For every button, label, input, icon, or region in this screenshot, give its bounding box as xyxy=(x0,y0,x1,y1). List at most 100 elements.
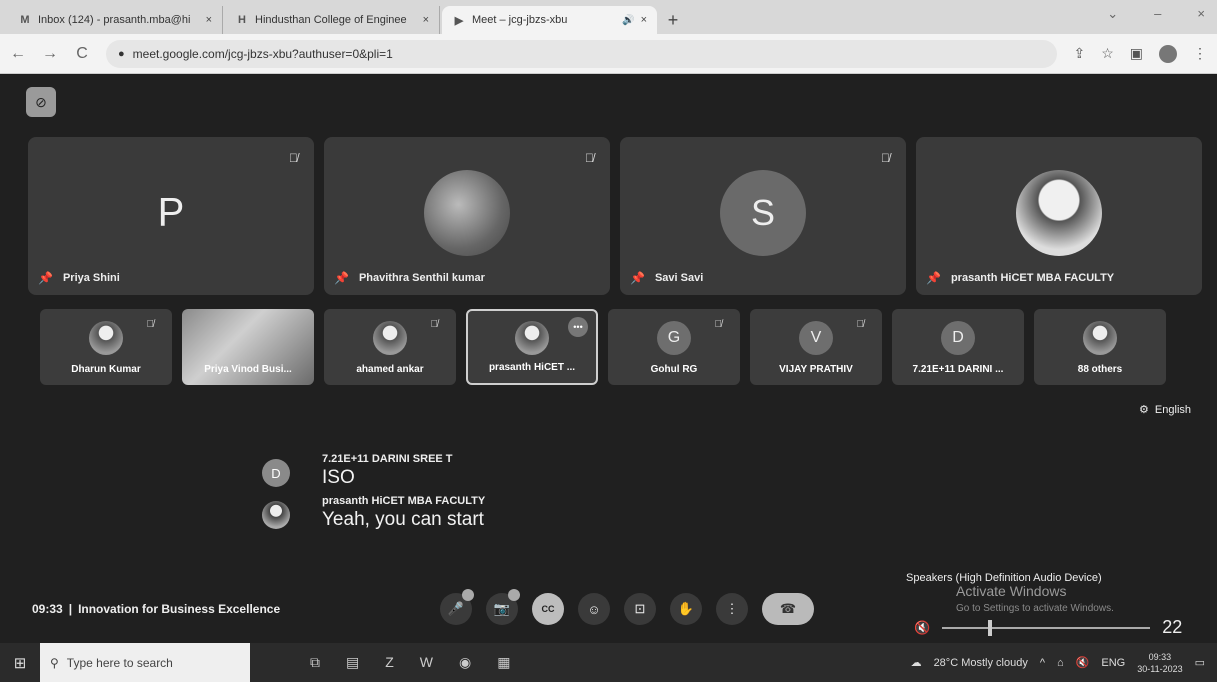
volume-slider-handle[interactable] xyxy=(987,619,992,636)
participant-name: 7.21E+11 DARINI ... xyxy=(912,364,1004,375)
caption-language-button[interactable]: ⚙ English xyxy=(1139,403,1191,417)
volume-muted-icon[interactable]: 🔇 xyxy=(1076,656,1090,669)
volume-slider[interactable] xyxy=(942,619,1151,636)
participant-tile[interactable]: 🎙̸ Dharun Kumar xyxy=(40,309,172,385)
meeting-time: 09:33 xyxy=(32,602,63,616)
toolbar-right: ⇪ ☆ ▣ ⋮ xyxy=(1073,44,1207,63)
caption-body: prasanth HiCET MBA FACULTY Yeah, you can… xyxy=(322,495,485,531)
participant-tile[interactable]: 🎙̸ P 📌 Priya Shini xyxy=(28,137,314,295)
file-explorer-icon[interactable]: ▤ xyxy=(346,654,359,671)
new-tab-button[interactable]: + xyxy=(659,6,687,34)
windows-start-icon[interactable]: ⊞ xyxy=(0,654,40,672)
tab-title: Inbox (124) - prasanth.mba@hi xyxy=(38,14,191,26)
mic-button[interactable]: 🎤 xyxy=(440,589,474,625)
share-icon[interactable]: ⇪ xyxy=(1073,45,1085,62)
participant-name: Gohul RG xyxy=(650,364,698,375)
minimize-icon[interactable]: – xyxy=(1154,6,1161,22)
tab-meet[interactable]: ▶ Meet – jcg-jbzs-xbu 🔊 × xyxy=(442,6,657,34)
mic-off-icon: 🎙̸ xyxy=(289,151,298,165)
back-icon[interactable]: ← xyxy=(10,45,26,63)
word-icon[interactable]: W xyxy=(420,654,433,671)
participant-tile[interactable]: 📌 prasanth HiCET MBA FACULTY xyxy=(916,137,1202,295)
caption-entry: prasanth HiCET MBA FACULTY Yeah, you can… xyxy=(262,495,862,531)
network-icon[interactable]: ⌂ xyxy=(1057,657,1064,669)
pin-icon[interactable]: 📌 xyxy=(38,271,53,285)
weather-icon[interactable]: ☁ xyxy=(911,656,922,669)
gmail-icon: M xyxy=(20,14,30,26)
more-options-icon[interactable]: ••• xyxy=(568,317,588,337)
participant-tile[interactable]: ••• prasanth HiCET ... xyxy=(466,309,598,385)
present-button[interactable]: ⊡ xyxy=(624,593,656,625)
warning-badge xyxy=(508,589,520,601)
cc-icon: CC xyxy=(541,604,555,614)
sidepanel-icon[interactable]: ▣ xyxy=(1130,45,1143,62)
speaker-name: 7.21E+11 DARINI SREE T xyxy=(322,453,453,465)
participant-tile[interactable]: 88 others xyxy=(1034,309,1166,385)
mic-off-icon: 🎙̸ xyxy=(714,319,723,330)
caption-text: ISO xyxy=(322,467,355,488)
browser-menu-icon[interactable]: ⋮ xyxy=(1193,45,1207,62)
close-window-icon[interactable]: × xyxy=(1197,6,1205,22)
participant-tile[interactable]: D 7.21E+11 DARINI ... xyxy=(892,309,1024,385)
participant-tile[interactable]: 🎙̸ ahamed ankar xyxy=(324,309,456,385)
tab-close-icon[interactable]: × xyxy=(206,14,212,26)
pin-icon[interactable]: 📌 xyxy=(630,271,645,285)
speaker-mute-icon[interactable]: 🔇 xyxy=(914,620,930,636)
weather-text[interactable]: 28°C Mostly cloudy xyxy=(934,657,1028,669)
participant-tile[interactable]: Priya Vinod Busi... xyxy=(182,309,314,385)
avatar-letter: G xyxy=(657,320,691,355)
chrome-icon[interactable]: ◉ xyxy=(459,654,471,671)
bookmark-star-icon[interactable]: ☆ xyxy=(1101,45,1114,62)
tab-audio-icon[interactable]: 🔊 xyxy=(622,15,634,26)
app-z-icon[interactable]: Z xyxy=(385,654,394,671)
language-indicator[interactable]: ENG xyxy=(1101,657,1125,669)
camera-button[interactable]: 📷 xyxy=(486,589,520,625)
meet-icon: ▶ xyxy=(454,14,464,27)
url-text: meet.google.com/jcg-jbzs-xbu?authuser=0&… xyxy=(132,46,393,61)
volume-value: 22 xyxy=(1162,617,1183,637)
participant-name: ahamed ankar xyxy=(356,364,424,375)
participant-strip: 🎙̸ Dharun Kumar Priya Vinod Busi... 🎙̸ a… xyxy=(40,309,1166,385)
tab-close-icon[interactable]: × xyxy=(641,14,647,26)
pin-icon[interactable]: 📌 xyxy=(334,271,349,285)
clock[interactable]: 09:33 30-11-2023 xyxy=(1137,651,1182,675)
clock-date: 30-11-2023 xyxy=(1137,663,1183,674)
window-controls: ⌄ – × xyxy=(1107,6,1205,22)
tile-name-row: 📌 Savi Savi xyxy=(630,271,703,285)
raise-hand-button[interactable]: ✋ xyxy=(670,593,702,625)
mic-icon: 🎤 xyxy=(447,601,465,616)
call-controls: 🎤 📷 CC ☺ ⊡ ✋ ⋮ ☎ xyxy=(440,589,814,625)
tab-search-icon[interactable]: ⌄ xyxy=(1107,6,1118,22)
pin-icon[interactable]: 📌 xyxy=(926,271,941,285)
captions-button[interactable]: CC xyxy=(532,593,564,625)
task-view-icon[interactable]: ⧉ xyxy=(310,654,320,671)
more-vert-icon: ⋮ xyxy=(725,601,739,616)
participant-tile[interactable]: 🎙̸ 📌 Phavithra Senthil kumar xyxy=(324,137,610,295)
reactions-button[interactable]: ☺ xyxy=(578,593,610,625)
participant-name: Priya Shini xyxy=(62,272,120,284)
profile-avatar[interactable] xyxy=(1159,44,1177,63)
taskbar-search[interactable]: ⚲ Type here to search xyxy=(40,643,250,682)
tab-hindusthan[interactable]: H Hindusthan College of Enginee × xyxy=(225,6,440,34)
gear-icon: ⚙ xyxy=(1139,404,1149,416)
chevron-up-icon[interactable]: ^ xyxy=(1040,657,1045,669)
reload-icon[interactable]: C xyxy=(74,45,90,63)
captions-off-icon[interactable]: ⊘ xyxy=(26,87,56,117)
screen: M Inbox (124) - prasanth.mba@hi × H Hind… xyxy=(0,0,1217,682)
tab-close-icon[interactable]: × xyxy=(423,14,429,26)
lock-icon[interactable]: ● xyxy=(118,48,125,60)
forward-icon[interactable]: → xyxy=(42,45,58,63)
tab-title: Meet – jcg-jbzs-xbu xyxy=(472,14,568,26)
notification-icon[interactable]: ▭ xyxy=(1195,656,1205,669)
participant-tile[interactable]: V 🎙̸ VIJAY PRATHIV xyxy=(750,309,882,385)
participant-tile[interactable]: G 🎙̸ Gohul RG xyxy=(608,309,740,385)
tab-gmail[interactable]: M Inbox (124) - prasanth.mba@hi × xyxy=(8,6,223,34)
avatar xyxy=(89,320,123,355)
url-field[interactable]: ● meet.google.com/jcg-jbzs-xbu?authuser=… xyxy=(106,39,1058,68)
search-placeholder: Type here to search xyxy=(66,655,173,670)
meeting-info: 09:33 | Innovation for Business Excellen… xyxy=(32,602,280,616)
app-grid-icon[interactable]: ▦ xyxy=(497,654,510,671)
more-options-button[interactable]: ⋮ xyxy=(716,593,748,625)
leave-call-button[interactable]: ☎ xyxy=(762,593,814,625)
participant-tile[interactable]: 🎙̸ S 📌 Savi Savi xyxy=(620,137,906,295)
